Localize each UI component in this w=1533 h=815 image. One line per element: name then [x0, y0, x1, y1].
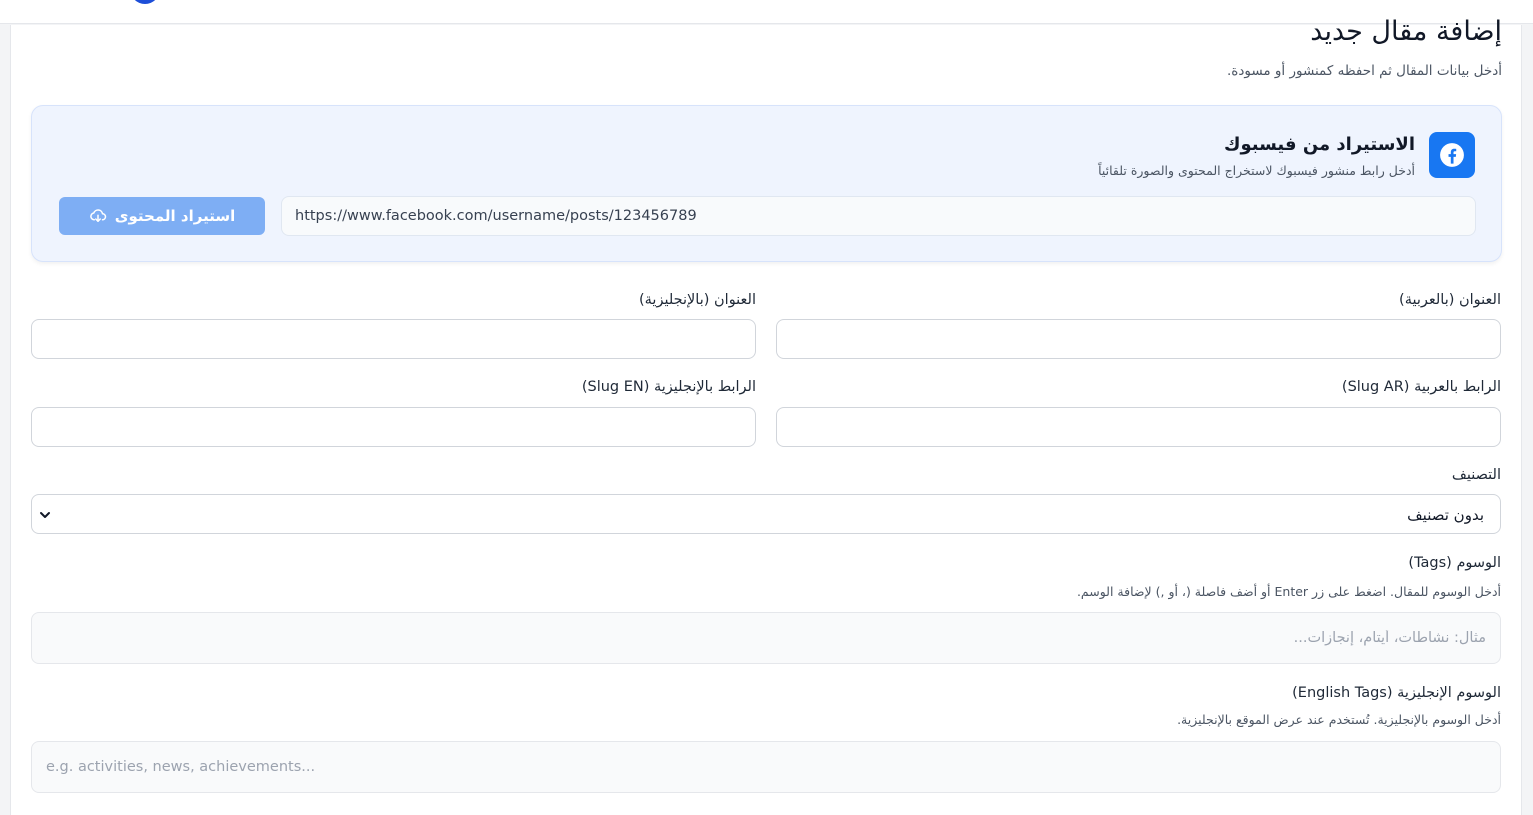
- page-subtitle: أدخل بيانات المقال ثم احفظه كمنشور أو مس…: [1226, 63, 1502, 79]
- english-tags-field: [31, 741, 1501, 793]
- slug-ar-input[interactable]: [776, 407, 1501, 447]
- title-en-label: العنوان (بالإنجليزية): [638, 292, 756, 308]
- slug-en-input[interactable]: [31, 407, 756, 447]
- facebook-import-title: الاستيراد من فيسبوك: [1223, 134, 1415, 155]
- slug-en-label: الرابط بالإنجليزية (Slug EN): [581, 379, 756, 395]
- facebook-import-description: أدخل رابط منشور فيسبوك لاستخراج المحتوى …: [1098, 163, 1415, 178]
- category-select[interactable]: بدون تصنيف: [31, 494, 1501, 534]
- import-content-button[interactable]: استيراد المحتوى: [59, 197, 265, 235]
- category-label: التصنيف: [1451, 467, 1501, 483]
- chevron-down-icon: [37, 507, 53, 523]
- logo[interactable]: [130, 0, 160, 4]
- title-ar-input[interactable]: [776, 319, 1501, 359]
- title-ar-label: العنوان (بالعربية): [1399, 292, 1501, 308]
- tags-hint: أدخل الوسوم للمقال. اضغط على زر Enter أو…: [1076, 584, 1501, 599]
- facebook-icon: [1429, 132, 1475, 178]
- slug-ar-label: الرابط بالعربية (Slug AR): [1341, 379, 1501, 395]
- page-title: إضافة مقال جديد: [1310, 16, 1502, 47]
- title-en-input[interactable]: [31, 319, 756, 359]
- english-tags-hint: أدخل الوسوم بالإنجليزية. تُستخدم عند عرض…: [1177, 712, 1501, 727]
- english-tags-input[interactable]: [32, 742, 1500, 792]
- category-selected-value: بدون تصنيف: [1407, 506, 1484, 524]
- tags-field: [31, 612, 1501, 664]
- tags-label: الوسوم (Tags): [1408, 555, 1501, 571]
- facebook-import-panel: الاستيراد من فيسبوك أدخل رابط منشور فيسب…: [31, 105, 1502, 262]
- facebook-url-input[interactable]: [281, 196, 1476, 236]
- top-navbar: [0, 0, 1533, 24]
- import-button-label: استيراد المحتوى: [114, 207, 236, 225]
- english-tags-label: الوسوم الإنجليزية (English Tags): [1292, 685, 1501, 701]
- cloud-download-icon: [89, 207, 107, 225]
- tags-input[interactable]: [32, 613, 1500, 663]
